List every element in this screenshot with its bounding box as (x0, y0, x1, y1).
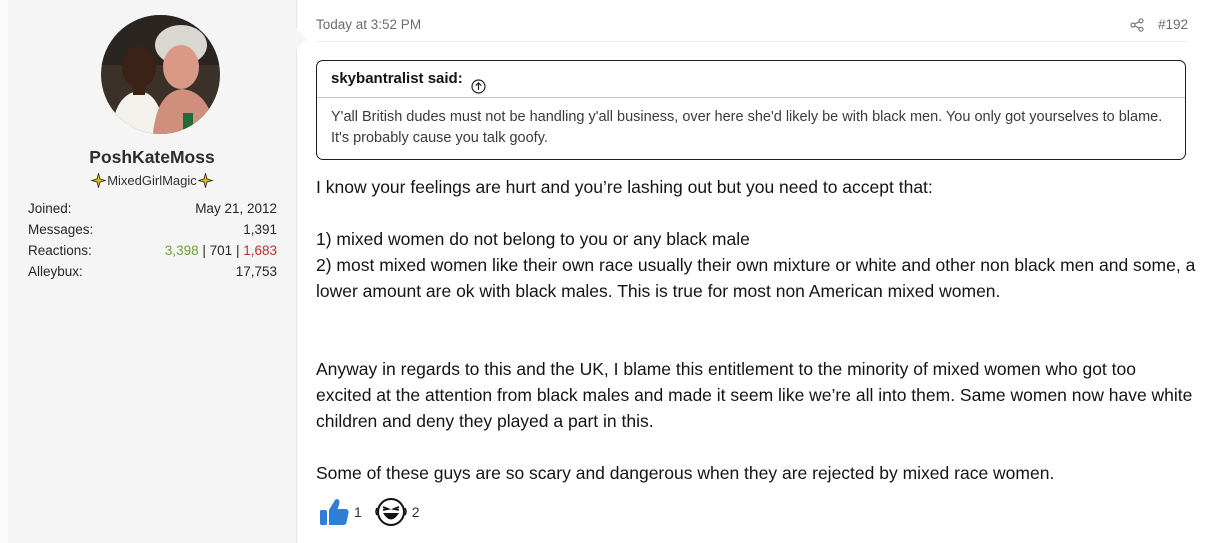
user-info-column: PoshKateMoss MixedGirlMagic Joined: May … (8, 0, 307, 543)
separator: | (198, 243, 210, 258)
avatar[interactable] (101, 15, 220, 134)
laugh-count[interactable]: 2 (412, 504, 420, 520)
sparkle-star-icon (196, 171, 214, 190)
message-paragraph: Some of these guys are so scary and dang… (316, 463, 1055, 483)
stat-messages: Messages: 1,391 (28, 219, 277, 240)
reactions-negative: 1,683 (243, 243, 277, 258)
arrow-up-circle-icon[interactable] (471, 72, 486, 94)
stat-joined: Joined: May 21, 2012 (28, 198, 277, 219)
post-date[interactable]: Today at 3:52 PM (316, 17, 421, 32)
thumbs-up-icon[interactable] (318, 497, 350, 527)
user-stats: Joined: May 21, 2012 Messages: 1,391 Rea… (28, 198, 277, 282)
message-paragraph: Anyway in regards to this and the UK, I … (316, 359, 1193, 431)
stat-value: May 21, 2012 (195, 201, 277, 216)
post-number[interactable]: #192 (1158, 17, 1188, 32)
sparkle-star-icon (90, 171, 108, 190)
post-meta-actions: #192 (1130, 17, 1188, 32)
quote-text: Y'all British dudes must not be handling… (331, 109, 1163, 146)
quote-author[interactable]: skybantralist said: (331, 61, 463, 97)
user-title-text: MixedGirlMagic (107, 173, 197, 188)
stat-label: Reactions: (28, 243, 92, 258)
reactions-bar: 1 2 (318, 496, 420, 528)
post-meta: Today at 3:52 PM #192 (316, 17, 1188, 42)
page-edge (0, 0, 8, 543)
stat-label: Messages: (28, 222, 94, 237)
message-paragraph: 1) mixed women do not belong to you or a… (316, 229, 750, 249)
stat-value[interactable]: 1,391 (243, 219, 277, 240)
username[interactable]: PoshKateMoss (8, 147, 296, 168)
stat-label: Alleybux: (28, 264, 83, 279)
separator: | (232, 243, 244, 258)
reactions-neutral: 701 (209, 243, 233, 258)
quote-block: skybantralist said: Y'all British dudes … (316, 60, 1186, 160)
post-container: PoshKateMoss MixedGirlMagic Joined: May … (0, 0, 1208, 543)
laughing-face-icon[interactable] (374, 496, 408, 528)
like-count[interactable]: 1 (354, 504, 362, 520)
reactions-positive: 3,398 (164, 243, 199, 258)
share-icon[interactable] (1130, 17, 1144, 32)
user-title: MixedGirlMagic (8, 171, 296, 190)
stat-value: 3,398 | 701 | 1,683 (165, 240, 277, 261)
stat-label: Joined: (28, 201, 72, 216)
message-paragraph: 2) most mixed women like their own race … (316, 255, 1196, 301)
stat-reactions: Reactions: 3,398 | 701 | 1,683 (28, 240, 277, 261)
stat-alleybux: Alleybux: 17,753 (28, 261, 277, 282)
stat-value: 17,753 (235, 264, 277, 279)
message-paragraph: I know your feelings are hurt and you’re… (316, 177, 933, 197)
quote-header: skybantralist said: (317, 61, 1185, 98)
post-message: I know your feelings are hurt and you’re… (316, 174, 1196, 486)
